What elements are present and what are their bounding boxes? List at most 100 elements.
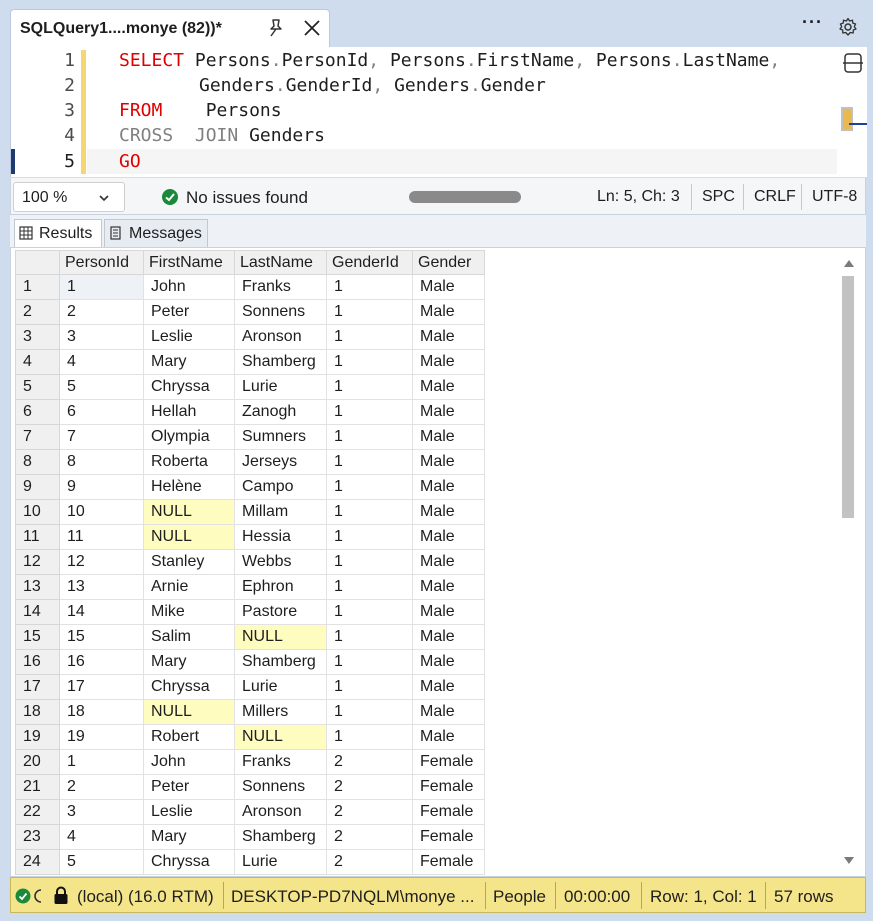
row-number[interactable]: 15: [15, 624, 60, 650]
row-number[interactable]: 10: [15, 499, 60, 525]
editor-scroll-thumb[interactable]: [841, 107, 853, 131]
grid-cell[interactable]: Lurie: [234, 674, 327, 700]
table-row[interactable]: 16 16 Mary Shamberg 1 Male: [15, 649, 485, 675]
document-tab[interactable]: SQLQuery1....monye (82))*: [10, 9, 330, 47]
grid-cell[interactable]: 12: [59, 549, 144, 575]
grid-cell[interactable]: Campo: [234, 474, 327, 500]
grid-cell[interactable]: 1: [326, 374, 413, 400]
grid-cell[interactable]: Roberta: [143, 449, 235, 475]
grid-cell[interactable]: Stanley: [143, 549, 235, 575]
grid-cell[interactable]: 2: [326, 849, 413, 875]
table-row[interactable]: 24 5 Chryssa Lurie 2 Female: [15, 849, 485, 875]
row-number[interactable]: 11: [15, 524, 60, 550]
line-ending-indicator[interactable]: CRLF: [754, 188, 796, 206]
grid-cell[interactable]: 1: [326, 674, 413, 700]
grid-cell[interactable]: 2: [59, 299, 144, 325]
close-icon[interactable]: [301, 17, 323, 39]
table-row[interactable]: 13 13 Arnie Ephron 1 Male: [15, 574, 485, 600]
grid-cell[interactable]: John: [143, 274, 235, 300]
grid-cell[interactable]: Male: [412, 374, 485, 400]
table-row[interactable]: 18 18 NULL Millers 1 Male: [15, 699, 485, 725]
issues-status[interactable]: No issues found: [186, 188, 308, 208]
grid-cell[interactable]: 1: [59, 749, 144, 775]
table-row[interactable]: 9 9 Helène Campo 1 Male: [15, 474, 485, 500]
grid-cell[interactable]: Mary: [143, 824, 235, 850]
table-row[interactable]: 22 3 Leslie Aronson 2 Female: [15, 799, 485, 825]
row-number[interactable]: 17: [15, 674, 60, 700]
column-header[interactable]: Gender: [412, 250, 485, 275]
grid-cell[interactable]: Female: [412, 824, 485, 850]
grid-scroll-thumb[interactable]: [842, 276, 854, 518]
grid-cell[interactable]: Male: [412, 474, 485, 500]
grid-cell[interactable]: Male: [412, 324, 485, 350]
grid-cell[interactable]: 1: [326, 649, 413, 675]
grid-cell[interactable]: Mary: [143, 649, 235, 675]
table-row[interactable]: 4 4 Mary Shamberg 1 Male: [15, 349, 485, 375]
grid-cell[interactable]: 1: [326, 474, 413, 500]
grid-cell[interactable]: Hessia: [234, 524, 327, 550]
grid-cell[interactable]: Sonnens: [234, 774, 327, 800]
grid-cell[interactable]: 11: [59, 524, 144, 550]
grid-cell[interactable]: NULL: [143, 524, 235, 550]
table-row[interactable]: 11 11 NULL Hessia 1 Male: [15, 524, 485, 550]
grid-cell[interactable]: Mary: [143, 349, 235, 375]
grid-cell[interactable]: Female: [412, 749, 485, 775]
grid-cell[interactable]: Male: [412, 349, 485, 375]
grid-cell[interactable]: Mike: [143, 599, 235, 625]
pin-icon[interactable]: [265, 17, 287, 39]
grid-cell[interactable]: 18: [59, 699, 144, 725]
tab-results[interactable]: Results: [14, 219, 102, 247]
grid-cell[interactable]: Male: [412, 624, 485, 650]
table-row[interactable]: 17 17 Chryssa Lurie 1 Male: [15, 674, 485, 700]
grid-cell[interactable]: Aronson: [234, 324, 327, 350]
grid-vertical-scrollbar[interactable]: [837, 250, 861, 872]
column-header[interactable]: PersonId: [59, 250, 144, 275]
grid-cell[interactable]: Male: [412, 549, 485, 575]
table-row[interactable]: 8 8 Roberta Jerseys 1 Male: [15, 449, 485, 475]
split-editor-icon[interactable]: [842, 51, 864, 75]
row-number[interactable]: 3: [15, 324, 60, 350]
table-row[interactable]: 10 10 NULL Millam 1 Male: [15, 499, 485, 525]
grid-cell[interactable]: 7: [59, 424, 144, 450]
grid-cell[interactable]: Chryssa: [143, 674, 235, 700]
grid-cell[interactable]: Female: [412, 849, 485, 875]
grid-cell[interactable]: Hellah: [143, 399, 235, 425]
grid-cell[interactable]: Male: [412, 699, 485, 725]
table-row[interactable]: 19 19 Robert NULL 1 Male: [15, 724, 485, 750]
grid-cell[interactable]: Robert: [143, 724, 235, 750]
grid-cell[interactable]: 2: [326, 824, 413, 850]
row-number[interactable]: 5: [15, 374, 60, 400]
grid-cell[interactable]: Male: [412, 649, 485, 675]
grid-cell[interactable]: Sonnens: [234, 299, 327, 325]
row-number[interactable]: 21: [15, 774, 60, 800]
row-number[interactable]: 14: [15, 599, 60, 625]
grid-cell[interactable]: NULL: [234, 624, 327, 650]
grid-cell[interactable]: Male: [412, 399, 485, 425]
row-number[interactable]: 12: [15, 549, 60, 575]
grid-cell[interactable]: Pastore: [234, 599, 327, 625]
editor-horizontal-scroll-thumb[interactable]: [409, 191, 521, 203]
row-header-corner[interactable]: [15, 250, 60, 275]
row-number[interactable]: 16: [15, 649, 60, 675]
grid-cell[interactable]: Jerseys: [234, 449, 327, 475]
grid-cell[interactable]: Male: [412, 299, 485, 325]
grid-cell[interactable]: Ephron: [234, 574, 327, 600]
grid-cell[interactable]: Millam: [234, 499, 327, 525]
row-number[interactable]: 6: [15, 399, 60, 425]
grid-cell[interactable]: 1: [326, 324, 413, 350]
row-number[interactable]: 8: [15, 449, 60, 475]
grid-cell[interactable]: 1: [326, 724, 413, 750]
column-header[interactable]: LastName: [234, 250, 327, 275]
grid-cell[interactable]: 3: [59, 799, 144, 825]
grid-cell[interactable]: John: [143, 749, 235, 775]
grid-cell[interactable]: Salim: [143, 624, 235, 650]
grid-cell[interactable]: 2: [326, 749, 413, 775]
grid-cell[interactable]: Male: [412, 674, 485, 700]
grid-cell[interactable]: 1: [326, 499, 413, 525]
table-row[interactable]: 2 2 Peter Sonnens 1 Male: [15, 299, 485, 325]
grid-cell[interactable]: 16: [59, 649, 144, 675]
row-number[interactable]: 1: [15, 274, 60, 300]
grid-cell[interactable]: 1: [326, 624, 413, 650]
table-row[interactable]: 3 3 Leslie Aronson 1 Male: [15, 324, 485, 350]
column-header[interactable]: FirstName: [143, 250, 235, 275]
